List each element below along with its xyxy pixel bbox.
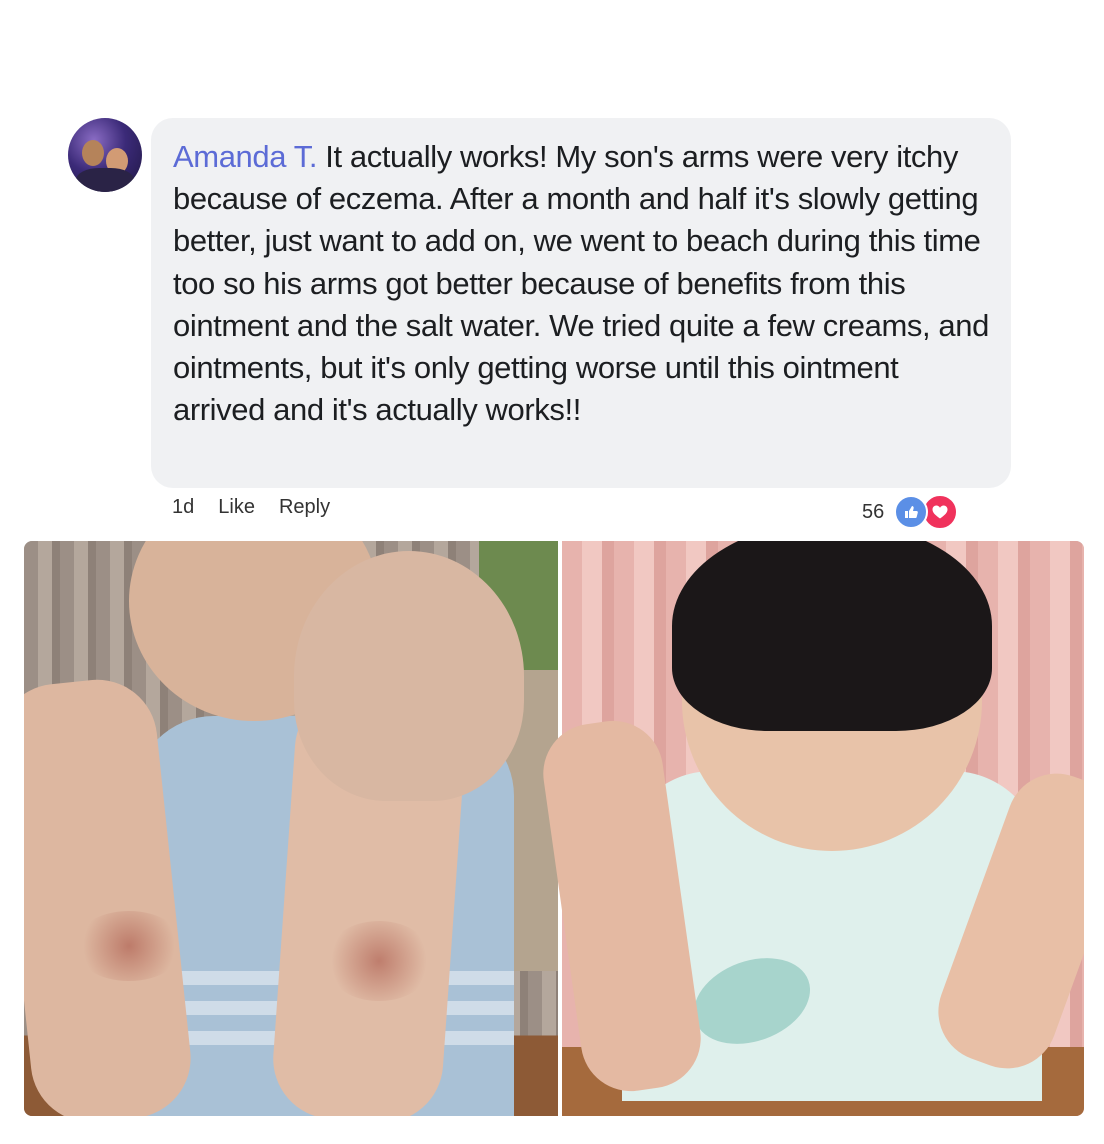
commenter-avatar[interactable]	[68, 118, 142, 192]
comment-text: It actually works! My son's arms were ve…	[173, 139, 989, 428]
comment-bubble: Amanda T. It actually works! My son's ar…	[151, 118, 1011, 488]
like-button[interactable]: Like	[218, 496, 255, 519]
comment-actions: 1d Like Reply	[172, 496, 330, 519]
comment-author[interactable]: Amanda T.	[173, 139, 317, 174]
reactions-summary[interactable]: 56	[862, 494, 959, 530]
after-photo	[536, 541, 1084, 1116]
comment-body: Amanda T. It actually works! My son's ar…	[173, 136, 991, 431]
avatar-face	[82, 140, 104, 166]
attached-photo[interactable]	[24, 541, 1084, 1116]
comment-timestamp: 1d	[172, 496, 195, 518]
thumbs-up-icon	[894, 495, 929, 529]
reaction-count: 56	[862, 500, 885, 523]
reply-button[interactable]: Reply	[279, 496, 330, 519]
before-photo	[24, 541, 558, 1116]
avatar-shirt	[76, 168, 134, 192]
